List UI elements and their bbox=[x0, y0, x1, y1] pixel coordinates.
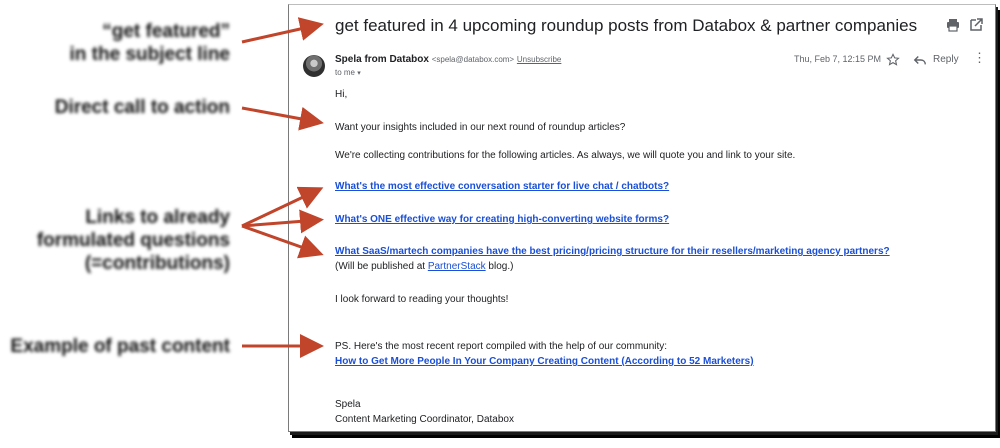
annotation-call-to-action: Direct call to action bbox=[54, 97, 230, 118]
email-date: Thu, Feb 7, 12:15 PM bbox=[794, 54, 882, 64]
reply-button[interactable]: Reply bbox=[933, 54, 959, 65]
more-options-icon[interactable]: ⋮ bbox=[973, 51, 986, 65]
star-icon[interactable] bbox=[886, 53, 900, 67]
annotation-subject-line: “get featured” in the subject line bbox=[69, 21, 230, 65]
email-subject: get featured in 4 upcoming roundup posts… bbox=[335, 16, 918, 35]
signature-name: Spela bbox=[335, 399, 361, 410]
chevron-down-icon[interactable]: ▾ bbox=[357, 70, 361, 77]
recipient-line[interactable]: to me ▾ bbox=[335, 68, 361, 77]
published-suffix: blog.) bbox=[485, 261, 514, 272]
sender-line: Spela from Databox <spela@databox.com> U… bbox=[335, 54, 561, 65]
sender-name: Spela from Databox bbox=[335, 54, 429, 65]
annotation-question-links: Links to already formulated questions (=… bbox=[36, 207, 230, 274]
ps-line: PS. Here's the most recent report compil… bbox=[335, 341, 668, 352]
signature-title: Content Marketing Coordinator, Databox bbox=[335, 414, 514, 425]
partnerstack-link[interactable]: PartnerStack bbox=[428, 261, 486, 272]
question-link-1[interactable]: What's the most effective conversation s… bbox=[335, 181, 669, 192]
published-note: (Will be published at PartnerStack blog.… bbox=[335, 261, 513, 272]
open-in-new-window-icon[interactable] bbox=[968, 17, 984, 33]
question-link-3[interactable]: What SaaS/martech companies have the bes… bbox=[335, 246, 890, 257]
report-link[interactable]: How to Get More People In Your Company C… bbox=[335, 356, 754, 367]
avatar bbox=[303, 55, 325, 77]
print-icon[interactable] bbox=[945, 17, 961, 33]
unsubscribe-link[interactable]: Unsubscribe bbox=[517, 55, 561, 64]
reply-icon[interactable] bbox=[913, 53, 927, 67]
recipient-label: to me bbox=[335, 68, 356, 77]
intro-line: Want your insights included in our next … bbox=[335, 122, 626, 133]
sender-email: <spela@databox.com> bbox=[431, 55, 515, 64]
email-message-view: get featured in 4 upcoming roundup posts… bbox=[288, 4, 996, 432]
annotation-past-content: Example of past content bbox=[10, 336, 230, 357]
collecting-line: We're collecting contributions for the f… bbox=[335, 150, 796, 161]
greeting: Hi, bbox=[335, 89, 348, 100]
closing-line: I look forward to reading your thoughts! bbox=[335, 294, 509, 305]
question-link-2[interactable]: What's ONE effective way for creating hi… bbox=[335, 214, 669, 225]
published-prefix: (Will be published at bbox=[335, 261, 428, 272]
